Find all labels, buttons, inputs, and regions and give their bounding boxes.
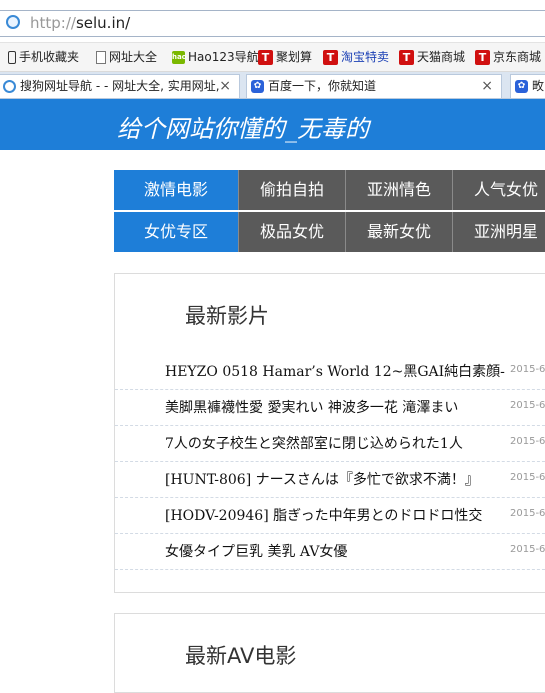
tab-strip: 搜狗网址导航 - - 网址大全, 实用网址, × ✿ 百度一下，你就知道 × ✿ 畋 [0, 72, 545, 99]
bookmark-url-directory[interactable]: 网址大全 [96, 48, 157, 66]
movie-title-link[interactable]: 7人の女子校生と突然部室に閉じ込められた1人 [165, 433, 509, 453]
hao123-icon: hao [172, 51, 187, 64]
baidu-paw-icon: ✿ [515, 80, 528, 93]
baidu-paw-icon: ✿ [251, 80, 264, 93]
nav-item[interactable]: 亚洲情色 [346, 170, 453, 210]
movie-date: 2015-6 [510, 472, 545, 483]
list-item[interactable]: HEYZO 0518 Hamar’s World 12~黑GAI純白素顔- 20… [115, 354, 545, 390]
tmall-t-icon: T [258, 50, 273, 65]
category-nav: 激情电影 偷拍自拍 亚洲情色 人气女优 女优专区 极品女优 最新女优 亚洲明星 [114, 170, 545, 252]
address-bar: http://selu.in/ [0, 0, 545, 43]
latest-movies-panel: 最新影片 HEYZO 0518 Hamar’s World 12~黑GAI純白素… [114, 273, 545, 593]
movie-date: 2015-6 [510, 436, 545, 447]
bookmark-jd[interactable]: T 京东商城 [475, 48, 541, 66]
bookmark-hao123[interactable]: haoHao123导航 [172, 48, 259, 66]
tmall-t-icon: T [323, 50, 338, 65]
movie-title-link[interactable]: [HODV-20946] 脂ぎった中年男とのドロドロ性交 [165, 505, 509, 525]
bookmarks-bar: 手机收藏夹 网址大全 haoHao123导航 T 聚划算 T 淘宝特卖 T 天猫商城 … [0, 43, 545, 72]
close-icon[interactable]: × [481, 75, 493, 97]
tab-sogou[interactable]: 搜狗网址导航 - - 网址大全, 实用网址, × [0, 74, 240, 98]
globe-icon [6, 15, 20, 29]
site-title: 给个网站你懂的_无毒的 [117, 115, 369, 143]
list-item[interactable]: [HUNT-806] ナースさんは『多忙で欲求不満！』 2015-6 [115, 462, 545, 498]
nav-item[interactable]: 人气女优 [453, 170, 545, 210]
tmall-t-icon: T [475, 50, 490, 65]
tmall-t-icon: T [399, 50, 414, 65]
nav-item[interactable]: 激情电影 [114, 170, 239, 210]
close-icon[interactable]: × [219, 75, 231, 97]
nav-item[interactable]: 偷拍自拍 [239, 170, 346, 210]
url-input[interactable]: http://selu.in/ [0, 10, 545, 37]
nav-item[interactable]: 最新女优 [346, 212, 453, 252]
movie-title-link[interactable]: 美脚黒褲襪性愛 愛実れい 神波多一花 滝澤まい [165, 397, 509, 417]
list-item[interactable]: [HODV-20946] 脂ぎった中年男とのドロドロ性交 2015-6 [115, 498, 545, 534]
movie-date: 2015-6 [510, 508, 545, 519]
url-text: http://selu.in/ [30, 14, 131, 32]
section-title: 最新影片 [185, 304, 269, 328]
movie-title-link[interactable]: 女優タイプ巨乳 美乳 AV女優 [165, 541, 509, 561]
phone-icon [8, 51, 16, 64]
section-title: 最新AV电影 [185, 644, 297, 668]
tab-third[interactable]: ✿ 畋 [510, 74, 545, 98]
movie-title-link[interactable]: [HUNT-806] ナースさんは『多忙で欲求不満！』 [165, 469, 509, 489]
movie-date: 2015-6 [510, 364, 545, 375]
movie-date: 2015-6 [510, 400, 545, 411]
movie-date: 2015-6 [510, 544, 545, 555]
bookmark-juhuasuan[interactable]: T 聚划算 [258, 48, 312, 66]
document-icon [96, 51, 106, 64]
sogou-icon [3, 80, 16, 93]
latest-av-panel: 最新AV电影 [114, 613, 545, 693]
list-item[interactable]: 7人の女子校生と突然部室に閉じ込められた1人 2015-6 [115, 426, 545, 462]
bookmark-mobile-favorites[interactable]: 手机收藏夹 [8, 48, 79, 66]
tab-baidu[interactable]: ✿ 百度一下，你就知道 × [246, 74, 502, 98]
site-header: 给个网站你懂的_无毒的 [0, 99, 545, 150]
bookmark-tmall[interactable]: T 天猫商城 [399, 48, 465, 66]
bookmark-taobao-sale[interactable]: T 淘宝特卖 [323, 48, 389, 66]
list-item[interactable]: 美脚黒褲襪性愛 愛実れい 神波多一花 滝澤まい 2015-6 [115, 390, 545, 426]
movie-title-link[interactable]: HEYZO 0518 Hamar’s World 12~黑GAI純白素顔- [165, 361, 509, 381]
nav-item[interactable]: 女优专区 [114, 212, 239, 252]
list-item[interactable]: 女優タイプ巨乳 美乳 AV女優 2015-6 [115, 534, 545, 570]
movie-list: HEYZO 0518 Hamar’s World 12~黑GAI純白素顔- 20… [115, 354, 545, 570]
nav-item[interactable]: 极品女优 [239, 212, 346, 252]
nav-item[interactable]: 亚洲明星 [453, 212, 545, 252]
